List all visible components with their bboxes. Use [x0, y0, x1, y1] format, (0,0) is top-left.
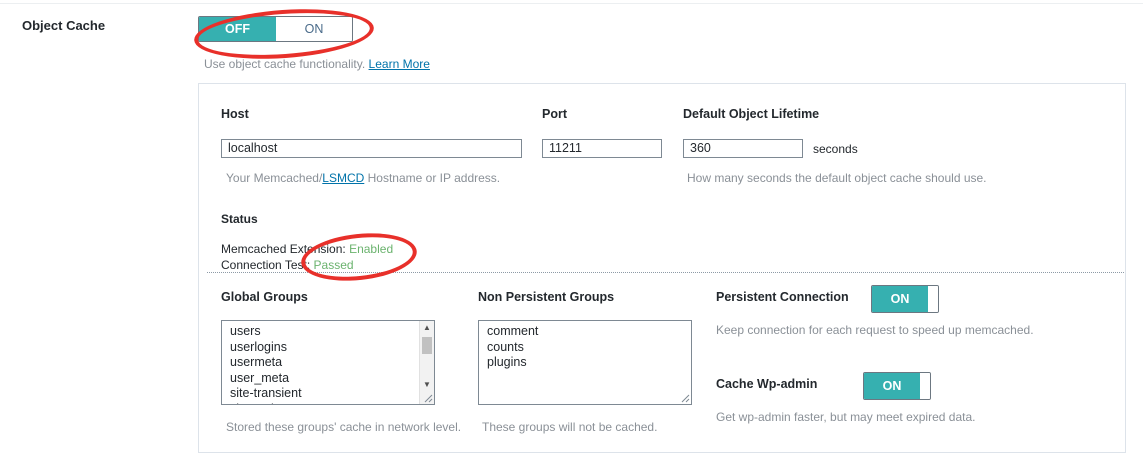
list-item: user_meta	[230, 370, 290, 385]
object-cache-settings-panel: Host Port Default Object Lifetime localh…	[198, 83, 1126, 453]
host-description: Your Memcached/LSMCD Hostname or IP addr…	[226, 171, 500, 185]
list-item: site-options	[230, 402, 302, 405]
cache-wp-admin-toggle[interactable]: ON	[863, 372, 931, 400]
resize-grip-icon[interactable]	[681, 394, 690, 403]
cache-wp-admin-description: Get wp-admin faster, but may meet expire…	[716, 410, 976, 424]
lsmcd-link[interactable]: LSMCD	[322, 171, 364, 185]
list-item: site-transient	[230, 386, 302, 400]
section-divider	[207, 272, 1124, 273]
wp-admin-on-option[interactable]: ON	[864, 373, 920, 399]
non-persistent-textarea[interactable]: comment counts plugins	[478, 320, 692, 405]
object-cache-desc-text: Use object cache functionality.	[204, 57, 366, 71]
list-item: plugins	[487, 355, 527, 369]
non-persistent-list: comment counts plugins	[487, 324, 538, 371]
scroll-up-arrow-icon[interactable]: ▲	[420, 321, 434, 335]
object-cache-toggle[interactable]: OFF ON	[198, 16, 353, 42]
persistent-connection-description: Keep connection for each request to spee…	[716, 323, 1034, 337]
host-desc-pre: Your Memcached/	[226, 171, 323, 185]
global-groups-list: users userlogins usermeta user_meta site…	[230, 324, 302, 405]
extension-label: Memcached Extension:	[221, 242, 346, 256]
persistent-connection-label: Persistent Connection	[716, 290, 849, 304]
scroll-down-arrow-icon[interactable]: ▼	[420, 378, 434, 392]
host-label: Host	[221, 107, 249, 121]
list-item: comment	[487, 324, 539, 338]
list-item: userlogins	[230, 339, 287, 354]
object-cache-label: Object Cache	[22, 18, 106, 33]
memcached-extension-status: Memcached Extension: Enabled	[221, 242, 393, 256]
connection-label: Connection Test:	[221, 258, 311, 272]
cache-wp-admin-label: Cache Wp-admin	[716, 377, 818, 391]
global-groups-textarea[interactable]: users userlogins usermeta user_meta site…	[221, 320, 435, 405]
host-desc-post: Hostname or IP address.	[364, 171, 501, 185]
host-input[interactable]: localhost	[221, 139, 522, 158]
object-cache-description: Use object cache functionality. Learn Mo…	[204, 57, 430, 71]
persistent-connection-toggle[interactable]: ON	[871, 285, 939, 313]
list-item: counts	[487, 339, 524, 354]
connection-test-status: Connection Test: Passed	[221, 258, 354, 272]
list-item: usermeta	[230, 355, 283, 369]
list-item: users	[230, 324, 261, 338]
top-divider	[0, 3, 1143, 4]
persistent-on-option[interactable]: ON	[872, 286, 928, 312]
resize-grip-icon[interactable]	[424, 394, 433, 403]
learn-more-link[interactable]: Learn More	[369, 57, 430, 71]
non-persistent-description: These groups will not be cached.	[482, 420, 658, 434]
scroll-thumb[interactable]	[422, 337, 432, 354]
extension-value: Enabled	[349, 242, 394, 256]
global-groups-description: Stored these groups' cache in network le…	[226, 420, 462, 434]
port-label: Port	[542, 107, 567, 121]
status-label: Status	[221, 212, 258, 226]
lifetime-input[interactable]: 360	[683, 139, 803, 158]
global-groups-label: Global Groups	[221, 290, 308, 304]
port-input[interactable]: 11211	[542, 139, 662, 158]
lifetime-label: Default Object Lifetime	[683, 107, 820, 121]
persistent-knob[interactable]	[928, 286, 938, 312]
lifetime-description: How many seconds the default object cach…	[687, 171, 987, 185]
toggle-on-option[interactable]: ON	[276, 17, 352, 41]
connection-value: Passed	[313, 258, 354, 272]
lifetime-unit: seconds	[813, 142, 858, 156]
non-persistent-label: Non Persistent Groups	[478, 290, 615, 304]
toggle-off-option[interactable]: OFF	[199, 17, 276, 41]
wp-admin-knob[interactable]	[920, 373, 930, 399]
global-groups-scrollbar[interactable]: ▲ ▼	[419, 321, 434, 404]
